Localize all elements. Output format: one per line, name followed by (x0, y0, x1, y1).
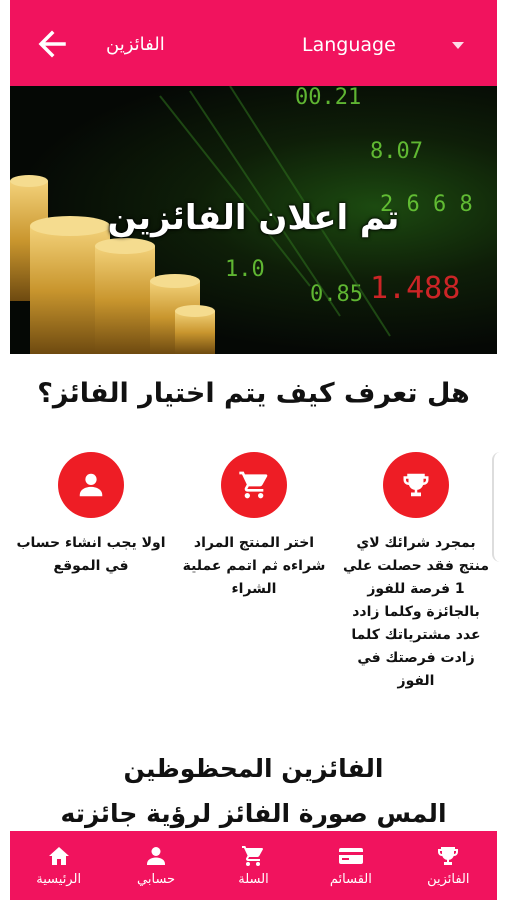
step-create-account: اولا يجب انشاء حساب في الموقع (16, 452, 166, 578)
language-selector[interactable]: Language (302, 34, 396, 56)
step-text: اولا يجب انشاء حساب في الموقع (16, 535, 166, 574)
app-bar: الفائزين Language (10, 0, 497, 86)
back-arrow-icon[interactable] (34, 26, 70, 62)
svg-text:8.07: 8.07 (370, 139, 423, 164)
lucky-winners-heading: الفائزين المحظوظين (123, 754, 384, 783)
nav-label: السلة (238, 872, 269, 887)
nav-label: الرئيسية (36, 872, 82, 887)
cart-icon (221, 452, 287, 518)
nav-item-account[interactable]: حسابي (107, 831, 204, 900)
step-text: بمجرد شرائك لاي منتج فقد حصلت علي 1 فرصة… (342, 535, 489, 689)
nav-label: حسابي (137, 872, 176, 887)
card-icon (338, 848, 363, 864)
hero-title: تم اعلان الفائزين (107, 198, 400, 238)
nav-item-winners[interactable]: الفائزين (400, 831, 497, 900)
nav-item-home[interactable]: الرئيسية (10, 831, 107, 900)
trophy-icon (438, 847, 459, 865)
nav-label: الفائزين (427, 872, 470, 887)
svg-text:1.488: 1.488 (370, 271, 460, 306)
nav-item-cart[interactable]: السلة (205, 831, 302, 900)
scroll-indicator[interactable] (492, 452, 507, 562)
how-winner-chosen-heading: هل تعرف كيف يتم اختيار الفائز؟ (37, 378, 470, 409)
step-purchase: بمجرد شرائك لاي منتج فقد حصلت علي 1 فرصة… (341, 452, 491, 693)
step-text: اختر المنتج المراد شراءه ثم اتمم عملية ا… (182, 535, 326, 597)
home-icon (48, 847, 69, 865)
svg-text:00.21: 00.21 (295, 86, 361, 110)
chevron-down-icon[interactable] (452, 40, 464, 53)
nav-item-coupons[interactable]: القسائم (302, 831, 399, 900)
page-title: الفائزين (106, 34, 165, 55)
winners-instruction: المس صورة الفائز لرؤية جائزته (60, 799, 447, 828)
trophy-icon (383, 452, 449, 518)
person-icon (147, 847, 166, 865)
step-choose-product: اختر المنتج المراد شراءه ثم اتمم عملية ا… (179, 452, 329, 601)
cart-icon (242, 846, 264, 866)
hero-banner: 00.21 8.07 2 6 6 8 0.85 1.0 1.488 تم اعل… (10, 86, 497, 354)
person-icon (58, 452, 124, 518)
svg-text:1.0: 1.0 (225, 257, 265, 282)
nav-label: القسائم (329, 872, 372, 887)
bottom-navigation: الفائزين القسائم السلة حسابي الرئيسية (10, 831, 497, 900)
svg-text:0.85: 0.85 (310, 282, 363, 307)
